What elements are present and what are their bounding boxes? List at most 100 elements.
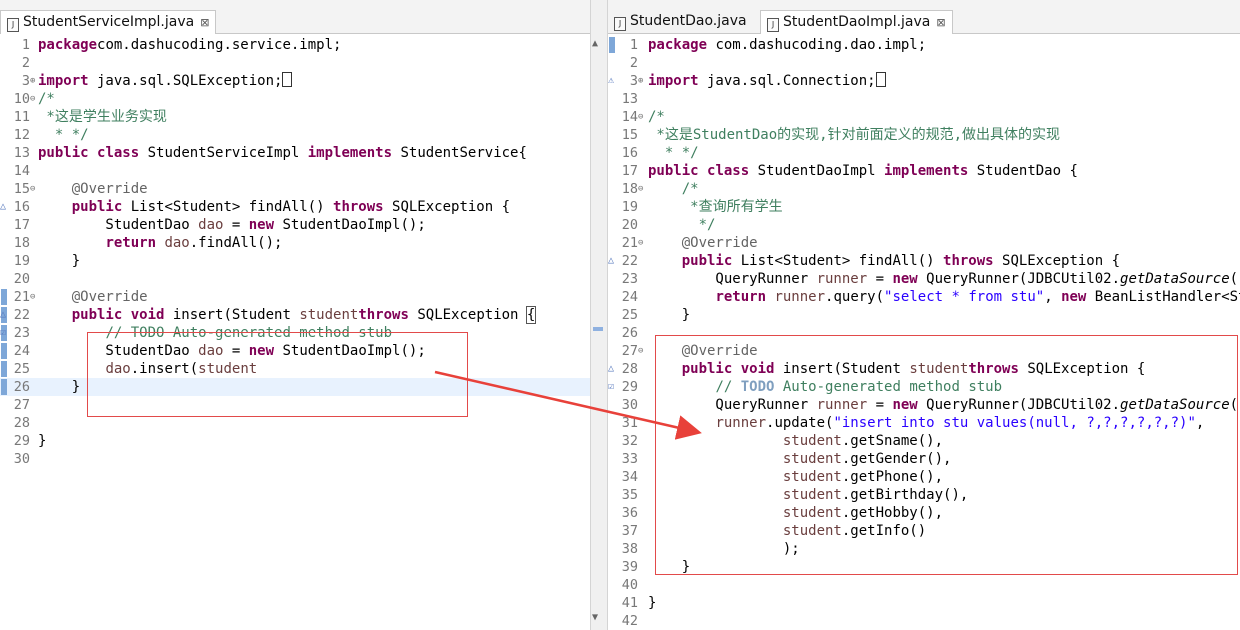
- close-icon[interactable]: ⊠: [936, 16, 945, 29]
- code-token: BeanListHandler<Stude: [1094, 289, 1240, 305]
- code-text: packagecom.dashucoding.service.impl;: [38, 36, 341, 54]
- line-number: 24: [13, 343, 30, 359]
- line-number: 40: [621, 577, 638, 593]
- code-token: .findAll();: [189, 235, 283, 251]
- highlight-box-right: [655, 335, 1238, 575]
- code-text: }: [648, 594, 656, 612]
- overview-marker: [593, 327, 603, 331]
- tab-studentdao[interactable]: J StudentDao.java: [608, 10, 753, 34]
- line-number: 3: [21, 73, 30, 89]
- gutter-marker-icon[interactable]: ☑: [0, 324, 6, 342]
- line-number: 39: [621, 559, 638, 575]
- code-token: dao: [164, 235, 190, 251]
- code-token: throws: [358, 307, 409, 323]
- code-token: public: [71, 199, 123, 215]
- line-number: 34: [621, 469, 638, 485]
- code-token: }: [648, 595, 657, 611]
- gutter-marker-icon[interactable]: △: [608, 252, 614, 270]
- code-text: @Override: [38, 180, 148, 198]
- line-number: 18: [621, 181, 638, 197]
- line-number: 22: [13, 307, 30, 323]
- code-token: }: [648, 307, 691, 323]
- fold-toggle-icon[interactable]: ⊖: [638, 234, 643, 252]
- code-line: 13 public class StudentServiceImpl implem…: [0, 144, 606, 162]
- code-line: ⚠ 3 ⊕ import java.sql.Connection;: [608, 72, 1240, 90]
- line-number: 20: [13, 271, 30, 287]
- line-number: 32: [621, 433, 638, 449]
- code-text: import java.sql.Connection;: [648, 72, 886, 90]
- code-text: * */: [38, 126, 89, 144]
- line-number: 17: [621, 163, 638, 179]
- scroll-down-icon[interactable]: ▼: [592, 612, 598, 623]
- fold-toggle-icon[interactable]: ⊖: [30, 288, 35, 306]
- code-token: public: [648, 163, 699, 179]
- code-line: 15 ⊖ @Override: [0, 180, 606, 198]
- code-token: void: [130, 307, 165, 323]
- line-number: 28: [13, 415, 30, 431]
- gutter-marker-icon[interactable]: △: [608, 360, 614, 378]
- code-token: java.sql.SQLException;: [88, 73, 283, 89]
- line-number: 27: [13, 397, 30, 413]
- code-token: implements: [307, 145, 393, 161]
- gutter-marker-icon[interactable]: △: [0, 306, 6, 324]
- tab-label: StudentDao.java: [630, 13, 747, 29]
- fold-toggle-icon[interactable]: ⊖: [638, 108, 643, 126]
- change-marker: [609, 37, 615, 53]
- code-line: 21 ⊖ @Override: [0, 288, 606, 306]
- line-number: 36: [621, 505, 638, 521]
- gutter-marker-icon[interactable]: ⚠: [608, 72, 614, 90]
- line-number: 35: [621, 487, 638, 503]
- pane-divider[interactable]: ▲ ▼: [590, 0, 608, 630]
- scroll-up-icon[interactable]: ▲: [592, 38, 598, 49]
- line-number: 16: [13, 199, 30, 215]
- gutter-marker-icon[interactable]: ☑: [608, 378, 614, 396]
- code-token: ,: [1044, 289, 1062, 305]
- code-token: class: [97, 145, 140, 161]
- close-icon[interactable]: ⊠: [200, 16, 209, 29]
- code-line: 40: [608, 576, 1240, 594]
- fold-toggle-icon[interactable]: ⊖: [30, 90, 35, 108]
- code-text: *这是学生业务实现: [38, 108, 166, 126]
- line-number: 13: [13, 145, 30, 161]
- collapsed-imports-icon[interactable]: [875, 72, 886, 87]
- line-number: 38: [621, 541, 638, 557]
- left-editor-pane: J StudentServiceImpl.java ⊠ 1 packagecom.da…: [0, 0, 606, 630]
- fold-toggle-icon[interactable]: ⊕: [638, 72, 643, 90]
- tab-studentserviceimpl[interactable]: J StudentServiceImpl.java ⊠: [0, 10, 217, 34]
- change-marker: [1, 379, 7, 395]
- line-number: 22: [621, 253, 638, 269]
- tab-studentdaoimpl[interactable]: J StudentDaoImpl.java ⊠: [760, 10, 953, 34]
- line-number: 41: [621, 595, 638, 611]
- code-text: @Override: [38, 288, 148, 306]
- code-line: 14: [0, 162, 606, 180]
- change-marker: [1, 343, 7, 359]
- code-token: =: [867, 271, 893, 287]
- code-token: implements: [884, 163, 969, 179]
- code-line: 17 public class StudentDaoImpl implements…: [608, 162, 1240, 180]
- code-token: ());: [1229, 271, 1240, 287]
- code-line: 11 *这是学生业务实现: [0, 108, 606, 126]
- tab-label: StudentDaoImpl.java: [783, 14, 931, 30]
- gutter-marker-icon[interactable]: △: [0, 198, 6, 216]
- code-line: 20 */: [608, 216, 1240, 234]
- line-number: 15: [13, 181, 30, 197]
- code-token: com.dashucoding.service.impl;: [97, 37, 342, 53]
- fold-toggle-icon[interactable]: ⊖: [638, 180, 643, 198]
- code-text: QueryRunner runner = new QueryRunner(JDB…: [648, 270, 1240, 288]
- code-token: =: [223, 217, 249, 233]
- code-text: package com.dashucoding.dao.impl;: [648, 36, 926, 54]
- line-number: 19: [621, 199, 638, 215]
- fold-toggle-icon[interactable]: ⊖: [638, 342, 643, 360]
- line-number: 25: [13, 361, 30, 377]
- code-text: *查询所有学生: [648, 198, 782, 216]
- code-token: List<Student> findAll(): [732, 253, 944, 269]
- line-number: 13: [621, 91, 638, 107]
- code-token: StudentDao {: [968, 163, 1078, 179]
- code-line: 20: [0, 270, 606, 288]
- fold-toggle-icon[interactable]: ⊖: [30, 180, 35, 198]
- collapsed-imports-icon[interactable]: [282, 72, 293, 87]
- fold-toggle-icon[interactable]: ⊕: [30, 72, 35, 90]
- code-token: com.dashucoding.dao.impl;: [707, 37, 927, 53]
